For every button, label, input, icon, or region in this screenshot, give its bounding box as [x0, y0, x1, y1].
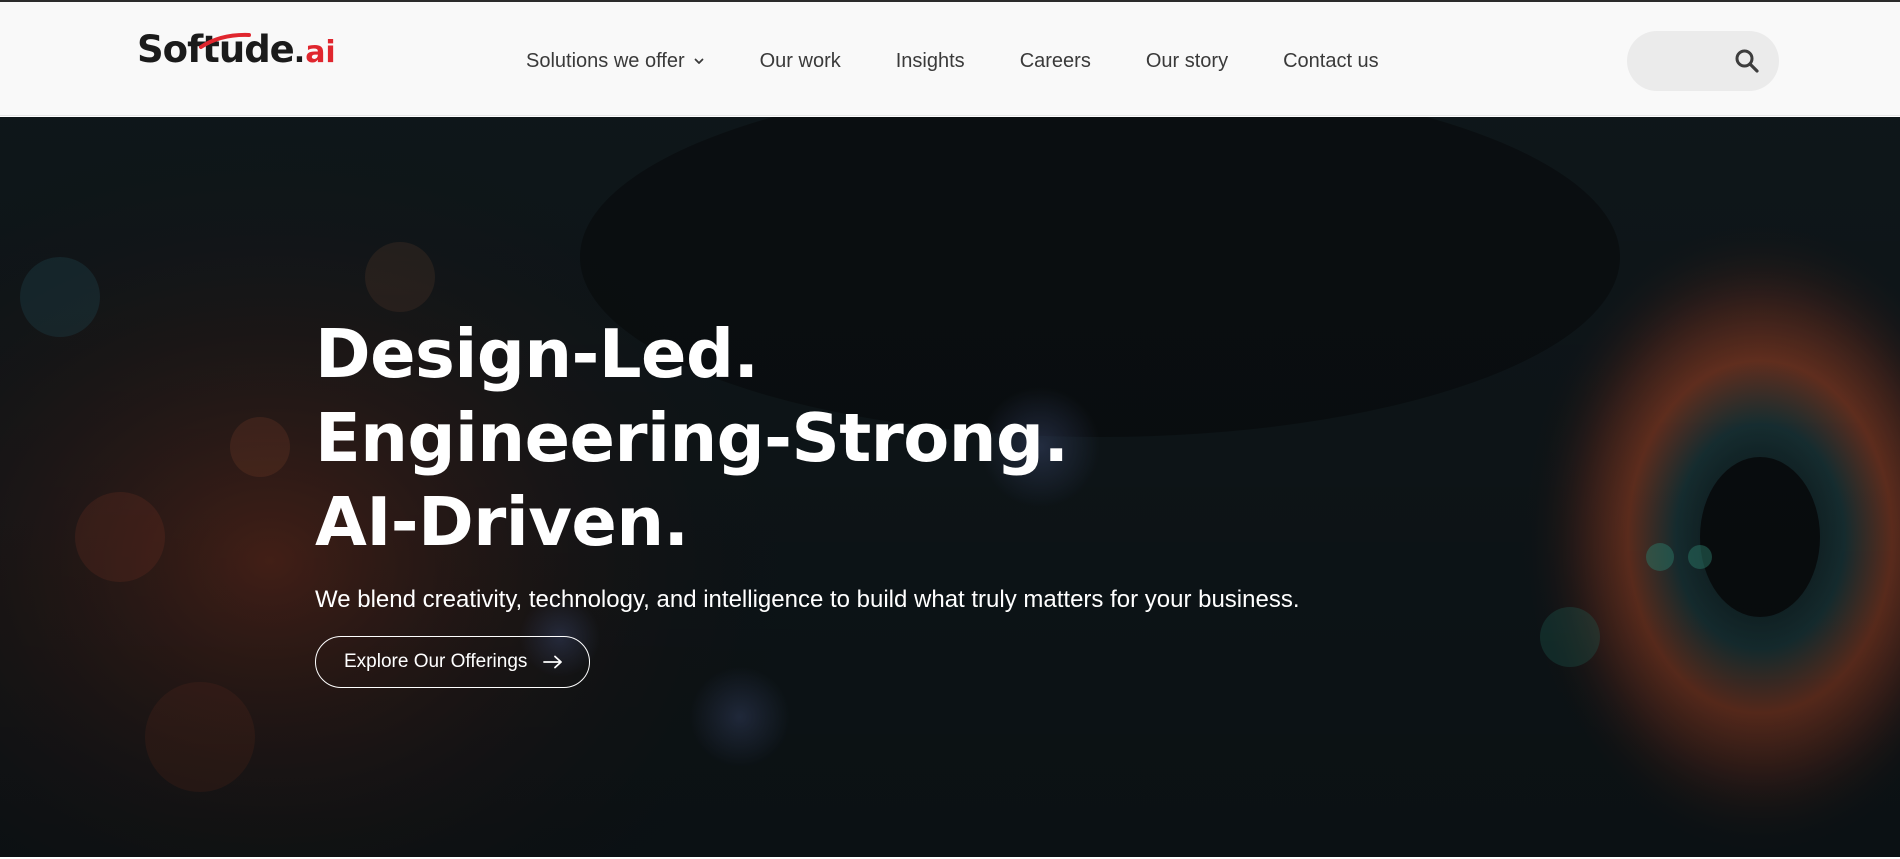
hero-headline-line-3: AI-Driven.	[315, 483, 689, 561]
nav-solutions[interactable]: Solutions we offer	[526, 50, 705, 73]
brand-logo[interactable]: Softude . ai	[137, 28, 336, 78]
search-input[interactable]	[1647, 31, 1737, 91]
main-navigation: Solutions we offer Our work Insights Car…	[526, 4, 1379, 118]
nav-insights[interactable]: Insights	[896, 50, 965, 73]
explore-offerings-button[interactable]: Explore Our Offerings	[315, 636, 591, 688]
search-icon	[1735, 49, 1759, 73]
nav-solutions-label: Solutions we offer	[526, 49, 685, 72]
explore-offerings-label: Explore Our Offerings	[344, 651, 528, 672]
hero-section: Design-Led. Engineering-Strong. AI-Drive…	[0, 117, 1900, 857]
nav-our-work[interactable]: Our work	[760, 50, 841, 73]
hero-headline-line-2: Engineering-Strong.	[315, 399, 1069, 477]
nav-contact-us[interactable]: Contact us	[1283, 50, 1379, 73]
search-box	[1627, 31, 1779, 91]
hero-headline: Design-Led. Engineering-Strong. AI-Drive…	[315, 312, 1615, 564]
site-header: Softude . ai Solutions we offer Our work…	[0, 2, 1900, 116]
nav-careers[interactable]: Careers	[1020, 50, 1091, 73]
hero-headline-line-1: Design-Led.	[315, 315, 759, 393]
nav-our-story[interactable]: Our story	[1146, 50, 1228, 73]
logo-ai: ai	[305, 35, 336, 70]
arrow-right-icon	[543, 655, 563, 669]
hero-content: Design-Led. Engineering-Strong. AI-Drive…	[315, 312, 1615, 688]
search-button[interactable]	[1733, 47, 1761, 75]
chevron-down-icon	[694, 58, 704, 64]
logo-dot: .	[293, 35, 306, 70]
hero-subtitle: We blend creativity, technology, and int…	[315, 586, 1300, 613]
logo-swoosh-icon	[199, 32, 251, 49]
